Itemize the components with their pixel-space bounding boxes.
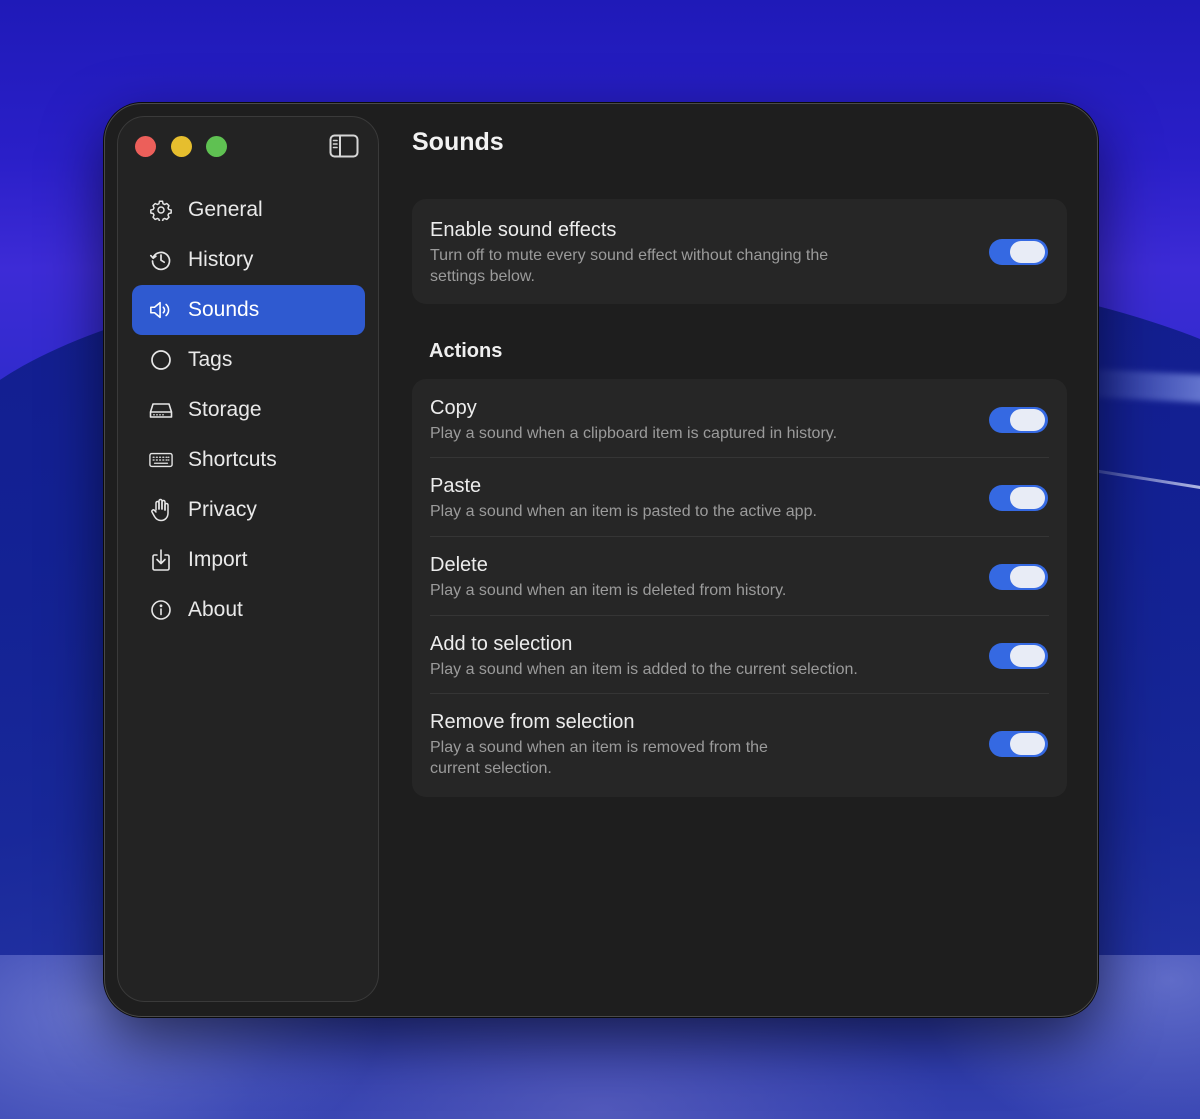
row-title: Add to selection (430, 633, 573, 655)
minimize-window-button[interactable] (171, 136, 192, 157)
row-description: Play a sound when an item is removed fro… (430, 739, 768, 777)
toggle-knob (1010, 487, 1045, 509)
circle-icon (149, 348, 173, 372)
sidebar-item-general[interactable]: General (132, 185, 365, 235)
row-title: Paste (430, 475, 482, 497)
speaker-icon (149, 298, 173, 322)
toggle-knob (1010, 733, 1045, 755)
sidebar-item-label: Storage (188, 398, 262, 421)
drive-icon (149, 398, 173, 422)
row-title: Remove from selection (430, 711, 635, 733)
settings-content: Sounds Enable sound effects Turn off to … (412, 104, 1072, 1016)
add-to-selection-sound-toggle[interactable] (989, 643, 1048, 669)
row-title: Delete (430, 554, 488, 576)
row-description: Play a sound when an item is deleted fro… (430, 582, 787, 599)
sound-row-copy: Copy Play a sound when a clipboard item … (412, 379, 1067, 458)
keyboard-icon (149, 448, 173, 472)
master-toggle-card: Enable sound effects Turn off to mute ev… (412, 199, 1067, 304)
row-description: Play a sound when an item is pasted to t… (430, 503, 817, 520)
sound-row-remove-from-selection: Remove from selection Play a sound when … (412, 694, 1067, 797)
actions-card: Copy Play a sound when a clipboard item … (412, 379, 1067, 797)
row-description: Turn off to mute every sound effect with… (430, 247, 829, 285)
toggle-knob (1010, 409, 1045, 431)
row-title: Copy (430, 397, 477, 419)
enable-sound-effects-toggle[interactable] (989, 239, 1048, 265)
sidebar-item-storage[interactable]: Storage (132, 385, 365, 435)
hand-icon (149, 498, 173, 522)
desktop-background: General History Sounds Tags Storage Shor… (0, 0, 1200, 1119)
zoom-window-button[interactable] (206, 136, 227, 157)
settings-window: General History Sounds Tags Storage Shor… (104, 103, 1098, 1017)
section-title-actions: Actions (429, 340, 503, 362)
sidebar-left-icon[interactable] (329, 134, 359, 158)
delete-sound-toggle[interactable] (989, 564, 1048, 590)
page-title: Sounds (412, 128, 504, 156)
sidebar-item-sounds[interactable]: Sounds (132, 285, 365, 335)
copy-sound-toggle[interactable] (989, 407, 1048, 433)
sidebar-item-about[interactable]: About (132, 585, 365, 635)
import-tray-icon (149, 548, 173, 572)
sidebar-item-label: History (188, 248, 254, 271)
sidebar-nav: General History Sounds Tags Storage Shor… (132, 185, 365, 635)
sound-row-add-to-selection: Add to selection Play a sound when an it… (412, 616, 1067, 694)
row-description: Play a sound when a clipboard item is ca… (430, 425, 838, 442)
toggle-knob (1010, 645, 1045, 667)
sidebar-item-import[interactable]: Import (132, 535, 365, 585)
sidebar-item-privacy[interactable]: Privacy (132, 485, 365, 535)
sidebar-item-tags[interactable]: Tags (132, 335, 365, 385)
remove-from-selection-sound-toggle[interactable] (989, 731, 1048, 757)
sidebar-item-label: Sounds (188, 298, 260, 321)
info-icon (149, 598, 173, 622)
sidebar-item-label: Tags (188, 348, 233, 371)
paste-sound-toggle[interactable] (989, 485, 1048, 511)
clock-history-icon (149, 248, 173, 272)
sidebar-item-label: Privacy (188, 498, 257, 521)
sidebar-item-label: General (188, 198, 263, 221)
sidebar-item-shortcuts[interactable]: Shortcuts (132, 435, 365, 485)
close-window-button[interactable] (135, 136, 156, 157)
sidebar: General History Sounds Tags Storage Shor… (117, 116, 379, 1002)
toggle-knob (1010, 566, 1045, 588)
sidebar-item-label: Shortcuts (188, 448, 277, 471)
enable-sound-effects-row: Enable sound effects Turn off to mute ev… (412, 199, 1067, 304)
sound-row-paste: Paste Play a sound when an item is paste… (412, 458, 1067, 537)
row-description: Play a sound when an item is added to th… (430, 661, 858, 678)
sound-row-delete: Delete Play a sound when an item is dele… (412, 537, 1067, 616)
sidebar-item-history[interactable]: History (132, 235, 365, 285)
sidebar-item-label: About (188, 598, 243, 621)
sidebar-item-label: Import (188, 548, 248, 571)
row-title: Enable sound effects (430, 219, 617, 241)
gear-icon (149, 198, 173, 222)
toggle-knob (1010, 241, 1045, 263)
